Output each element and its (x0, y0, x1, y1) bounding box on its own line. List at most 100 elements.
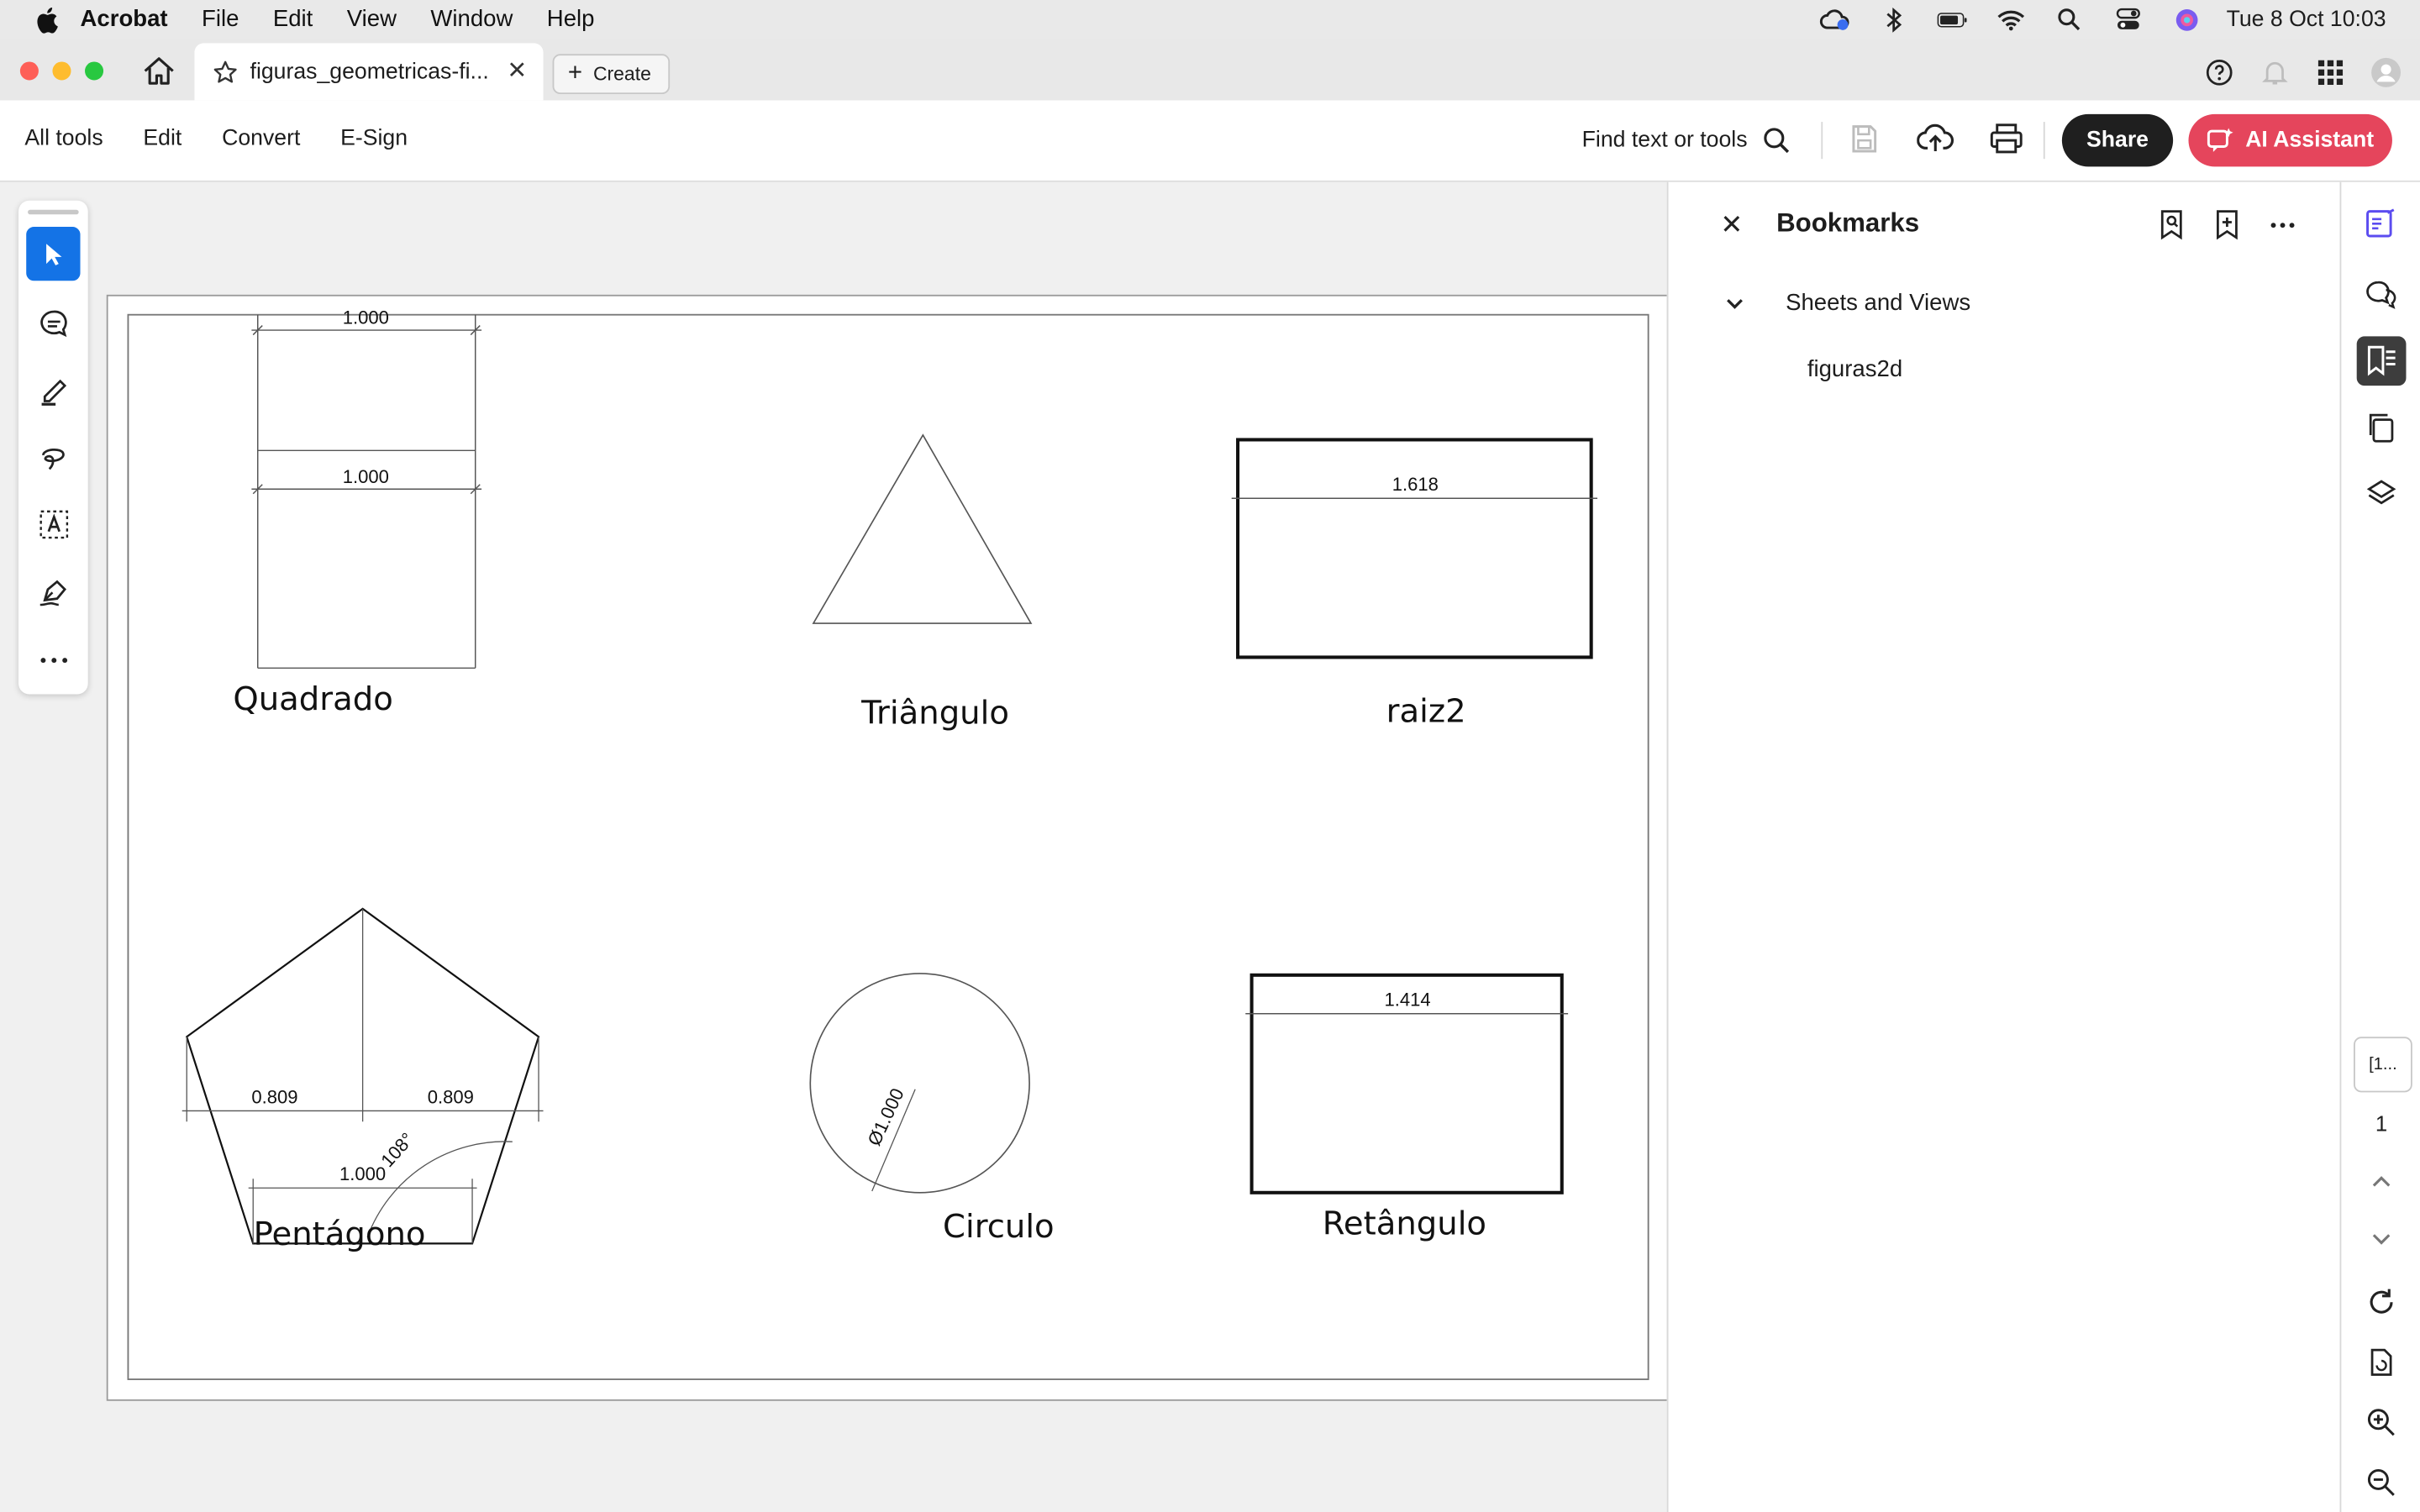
menu-bar-clock[interactable]: Tue 8 Oct 10:03 (2227, 7, 2386, 31)
next-page-button[interactable] (2357, 1215, 2407, 1264)
comments-icon (2366, 281, 2396, 309)
page-tools-button[interactable] (2357, 1337, 2407, 1387)
creative-cloud-icon[interactable] (1819, 7, 1850, 31)
zoom-out-button[interactable] (2357, 1458, 2407, 1508)
cursor-arrow-icon (45, 243, 61, 265)
window-zoom-button[interactable] (85, 61, 104, 81)
document-tab[interactable]: figuras_geometricas-fi... (194, 43, 544, 101)
raiz2-dimension: 1.618 (1392, 474, 1439, 495)
edit-pdf-rail-button[interactable] (2357, 199, 2407, 249)
home-icon[interactable] (142, 55, 176, 87)
triangle-label: Triângulo (860, 694, 1009, 732)
highlight-tool-button[interactable] (26, 363, 80, 417)
square-top-dimension: 1.000 (343, 307, 389, 328)
chevron-down-icon (2372, 1234, 2391, 1245)
zoom-in-icon (2367, 1409, 2395, 1436)
create-button[interactable]: + Create (552, 54, 671, 95)
all-tools-menu[interactable]: All tools (24, 127, 103, 151)
menu-help[interactable]: Help (547, 6, 595, 32)
pentagon-figure (182, 907, 544, 1245)
select-tool-button[interactable] (26, 227, 81, 281)
plus-icon: + (567, 60, 583, 87)
draw-tool-button[interactable] (26, 429, 80, 483)
quick-tools-panel (18, 200, 88, 695)
document-tab-title: figuras_geometricas-fi... (250, 59, 489, 85)
ai-assistant-icon (2207, 128, 2233, 152)
share-button[interactable]: Share (2061, 113, 2174, 167)
close-panel-icon[interactable] (1721, 213, 1743, 234)
layers-icon (2366, 480, 2396, 505)
pages-rail-button[interactable] (2357, 402, 2407, 452)
battery-icon[interactable] (1936, 7, 1967, 31)
window-close-button[interactable] (19, 61, 39, 81)
add-bookmark-icon[interactable] (2212, 208, 2243, 242)
user-avatar-icon[interactable] (2370, 57, 2402, 88)
circle-diameter-dimension: Ø1.000 (864, 1085, 908, 1149)
print-icon[interactable] (1988, 120, 2025, 157)
apps-grid-icon[interactable] (2315, 57, 2346, 88)
tab-strip: figuras_geometricas-fi... + Create (0, 38, 2420, 102)
find-text-or-tools[interactable]: Find text or tools (1582, 127, 1791, 155)
layers-rail-button[interactable] (2357, 469, 2407, 518)
edit-menu[interactable]: Edit (143, 127, 182, 151)
main-toolbar: All tools Edit Convert E-Sign Find text … (0, 100, 2420, 182)
square-figure (251, 314, 482, 669)
window-controls (19, 61, 104, 81)
square-label: Quadrado (233, 680, 392, 718)
ai-assistant-button[interactable]: AI Assistant (2188, 113, 2392, 167)
bookmark-search-icon[interactable] (2156, 208, 2187, 242)
square-mid-dimension: 1.000 (343, 466, 389, 487)
chevron-down-icon[interactable] (1724, 292, 1746, 314)
spotlight-search-icon[interactable] (2054, 7, 2085, 31)
siri-icon[interactable] (2170, 7, 2202, 31)
text-box-tool-button[interactable] (26, 496, 80, 550)
search-icon (1764, 128, 1790, 154)
previous-page-button[interactable] (2357, 1158, 2407, 1207)
pentagon-label: Pentágono (254, 1215, 426, 1253)
comments-rail-button[interactable] (2357, 270, 2407, 319)
bluetooth-icon[interactable] (1877, 7, 1908, 32)
menu-window[interactable]: Window (430, 6, 513, 32)
page-thumbnail-box[interactable]: [1... (2354, 1037, 2412, 1093)
menu-view[interactable]: View (347, 6, 397, 32)
comment-icon (39, 309, 66, 337)
edit-document-icon (2366, 208, 2395, 238)
bookmarks-rail-button[interactable] (2356, 336, 2407, 386)
current-page-number: 1 (2375, 1110, 2388, 1136)
notifications-bell-icon[interactable] (2260, 57, 2291, 88)
rectangle-dimension: 1.414 (1385, 990, 1431, 1011)
save-icon[interactable] (1846, 120, 1883, 157)
more-dots-icon (39, 657, 67, 663)
bookmarks-panel: Bookmarks Sheets and Views figuras2d (1666, 181, 2342, 1512)
document-refresh-icon (2370, 1348, 2392, 1376)
apple-logo-icon[interactable] (34, 5, 58, 33)
comment-tool-button[interactable] (26, 297, 80, 350)
pages-copy-icon (2369, 413, 2394, 443)
convert-menu[interactable]: Convert (222, 127, 300, 151)
toolbar-divider (1821, 122, 1823, 160)
bookmark-item-sheets-and-views[interactable]: Sheets and Views (1724, 290, 1971, 317)
macos-menu-bar: Acrobat File Edit View Window Help Tue 8… (0, 0, 2420, 39)
star-icon[interactable] (213, 60, 237, 84)
raiz2-label: raiz2 (1386, 693, 1466, 731)
control-center-icon[interactable] (2112, 7, 2144, 31)
refresh-button[interactable] (2357, 1278, 2407, 1327)
esign-menu[interactable]: E-Sign (340, 127, 408, 151)
bookmark-item-figuras2d[interactable]: figuras2d (1807, 356, 1902, 382)
more-tools-button[interactable] (26, 633, 80, 686)
sign-tool-button[interactable] (26, 564, 80, 618)
close-tab-icon[interactable] (506, 59, 528, 81)
zoom-in-button[interactable] (2357, 1398, 2407, 1447)
menu-edit[interactable]: Edit (273, 6, 313, 32)
upload-cloud-icon[interactable] (1917, 120, 1954, 157)
document-view[interactable]: 1.000 1.000 Quadrado Triângulo 1.618 rai… (0, 181, 1669, 1512)
chevron-up-icon (2372, 1176, 2391, 1187)
window-minimize-button[interactable] (52, 61, 71, 81)
bookmark-label: Sheets and Views (1786, 290, 1971, 317)
menu-file[interactable]: File (202, 6, 239, 32)
help-icon[interactable] (2204, 57, 2235, 88)
menu-app-name[interactable]: Acrobat (81, 6, 168, 32)
more-options-icon[interactable] (2267, 208, 2298, 242)
wifi-icon[interactable] (1995, 7, 2026, 31)
panel-grip-handle[interactable] (28, 209, 79, 215)
